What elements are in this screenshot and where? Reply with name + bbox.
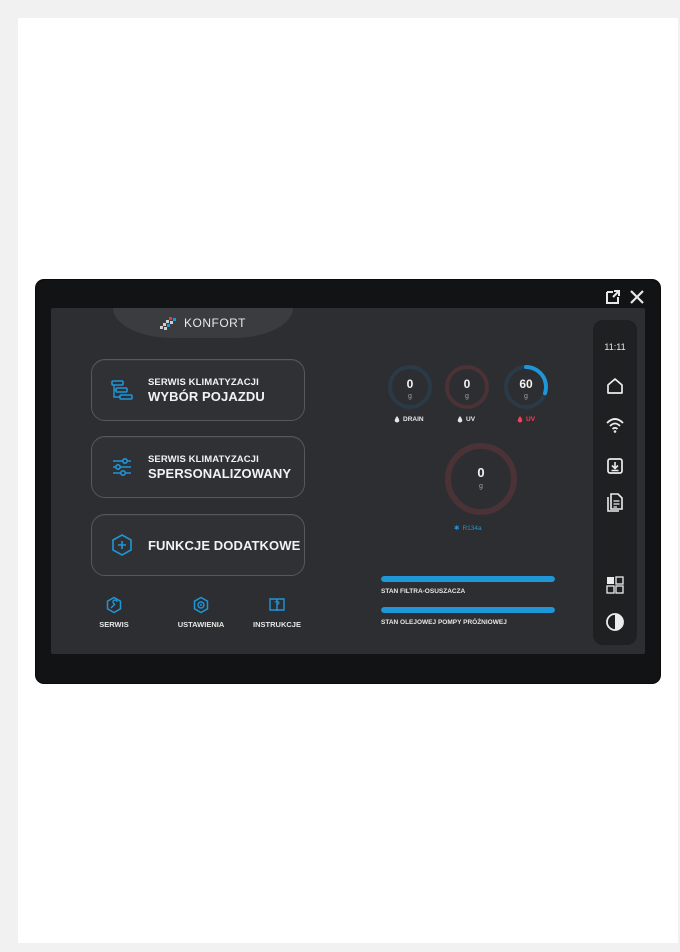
download-icon[interactable] [605, 456, 625, 476]
bar-fill [381, 576, 555, 582]
drop-icon [457, 416, 463, 423]
main-screen: KONFORT SERWIS KLIMATYZACJI WYBÓR POJAZD… [51, 308, 645, 654]
nav-ustawienia[interactable]: USTAWIENIA [171, 596, 231, 629]
gauge-unit: g [524, 393, 528, 400]
additional-functions-button[interactable]: FUNKCJE DODATKOWE [91, 514, 305, 576]
wifi-icon[interactable] [605, 415, 625, 435]
gauge-uv: 0 g [444, 364, 490, 410]
close-icon[interactable] [628, 288, 646, 306]
plus-hexagon-icon [112, 534, 132, 556]
gauge-label-text: R134a [462, 524, 482, 532]
logo-header: KONFORT [113, 308, 293, 338]
manual-book-icon [269, 598, 285, 612]
gauge-value: 0 [477, 465, 485, 480]
gauge-drain: 0 g [387, 364, 433, 410]
side-panel: 11:11 [593, 320, 637, 645]
clock: 11:11 [604, 342, 626, 352]
window-controls [604, 288, 646, 306]
documents-icon[interactable] [605, 492, 625, 512]
gauge-value: 60 [519, 377, 533, 391]
nav-instrukcje[interactable]: INSTRUKCJE [247, 596, 307, 629]
bottom-navigation: SERWIS USTAWIENIA INSTRUKCJE [91, 596, 305, 640]
gauge-label-uv-alert: UV [517, 416, 535, 423]
filter-status-bar [381, 576, 555, 582]
gauge-label-text: DRAIN [403, 416, 424, 423]
tablet-frame: KONFORT SERWIS KLIMATYZACJI WYBÓR POJAZD… [36, 280, 660, 683]
gauge-value: 0 [406, 377, 414, 391]
wrench-hexagon-icon [106, 596, 122, 614]
grid-icon[interactable] [605, 575, 625, 595]
gauge-unit: g [479, 483, 483, 490]
gauge-label-uv: UV [457, 416, 475, 423]
gauge-label-text: UV [526, 416, 536, 423]
gauge-label-drain: DRAIN [394, 416, 424, 423]
drop-icon [394, 416, 400, 423]
gauge-unit: g [408, 393, 412, 400]
filter-status-label: STAN FILTRA-OSUSZACZA [381, 588, 466, 595]
gauge-unit: g [465, 393, 469, 400]
personalized-service-button[interactable]: SERWIS KLIMATYZACJI SPERSONALIZOWANY [91, 436, 305, 498]
snowflake-icon: ✱ [454, 525, 460, 532]
vehicle-selection-button[interactable]: SERWIS KLIMATYZACJI WYBÓR POJAZDU [91, 359, 305, 421]
gauge-uv-alert: 60 g [503, 364, 549, 410]
gauge-label-r134a: ✱ R134a [454, 524, 482, 533]
menu-line1: SERWIS KLIMATYZACJI [148, 453, 259, 465]
gauge-r134a: 0 g [443, 441, 519, 517]
logo-text: KONFORT [184, 316, 246, 330]
drop-icon [517, 416, 523, 423]
nav-serwis[interactable]: SERWIS [91, 596, 137, 629]
nav-label: USTAWIENIA [177, 620, 225, 629]
vehicle-list-icon [111, 380, 133, 400]
nav-label: SERWIS [99, 620, 129, 629]
konfort-logo-icon [160, 317, 177, 330]
gauge-value: 0 [463, 377, 471, 391]
menu-line2: WYBÓR POJAZDU [148, 388, 265, 404]
bar-fill [381, 607, 555, 613]
gauge-label-text: UV [466, 416, 476, 423]
home-icon[interactable] [605, 376, 625, 396]
gear-hexagon-icon [193, 596, 209, 614]
menu-line2: SPERSONALIZOWANY [148, 465, 292, 481]
pump-status-bar [381, 607, 555, 613]
nav-label: INSTRUKCJE [253, 620, 301, 629]
contrast-icon[interactable] [605, 612, 625, 632]
pump-status-label: STAN OLEJOWEJ POMPY PRÓŻNIOWEJ [381, 619, 507, 626]
menu-line1: SERWIS KLIMATYZACJI [148, 376, 259, 388]
menu-line2: FUNKCJE DODATKOWE [148, 538, 301, 553]
sliders-icon [113, 457, 131, 477]
open-in-new-icon[interactable] [604, 288, 622, 306]
